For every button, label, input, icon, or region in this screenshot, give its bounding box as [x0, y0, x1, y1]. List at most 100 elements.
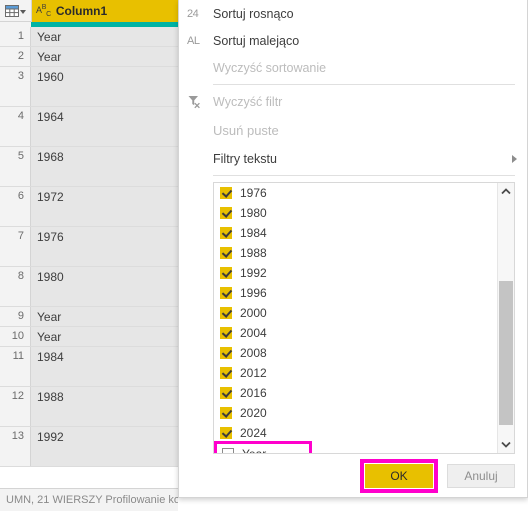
row-cell-value[interactable]: 1972	[31, 187, 178, 226]
menu-item-label: Filtry tekstu	[213, 151, 277, 166]
list-item[interactable]: 2024	[214, 423, 497, 443]
filter-list-scrollbar[interactable]	[497, 183, 514, 453]
menu-item-remove-empty[interactable]: Usuń puste	[179, 115, 527, 145]
menu-item-sort-ascending[interactable]: 24 Sortuj rosnąco	[179, 0, 527, 27]
row-number: 1	[0, 27, 31, 46]
checkbox-icon[interactable]	[220, 187, 232, 199]
row-cell-value[interactable]: 1968	[31, 147, 178, 186]
checkbox-icon[interactable]	[220, 227, 232, 239]
list-item[interactable]: 2004	[214, 323, 497, 343]
row-number: 8	[0, 267, 31, 306]
row-cell-value[interactable]: 1964	[31, 107, 178, 146]
filter-values-list: 1976 1980 1984 1988 1992 1996 2000 2004 2008 2012…	[213, 182, 515, 454]
list-item[interactable]: 1988	[214, 243, 497, 263]
checkbox-icon[interactable]	[220, 407, 232, 419]
menu-divider	[213, 84, 515, 85]
checkbox-icon[interactable]	[220, 387, 232, 399]
list-item[interactable]: 1992	[214, 263, 497, 283]
table-row[interactable]: 10 Year	[0, 327, 178, 347]
row-number: 4	[0, 107, 31, 146]
row-number: 12	[0, 387, 31, 426]
list-item[interactable]: 1980	[214, 203, 497, 223]
menu-item-label: Wyczyść filtr	[213, 94, 283, 109]
row-number: 9	[0, 307, 31, 326]
checkbox-icon[interactable]	[220, 287, 232, 299]
list-item[interactable]: 2016	[214, 383, 497, 403]
table-row[interactable]: 5 1968	[0, 147, 178, 187]
checkbox-icon[interactable]	[220, 267, 232, 279]
checkbox-icon[interactable]	[220, 367, 232, 379]
table-row[interactable]: 12 1988	[0, 387, 178, 427]
row-number: 2	[0, 47, 31, 66]
sort-descending-icon: AL	[187, 34, 200, 47]
list-item[interactable]: Year	[214, 441, 312, 453]
menu-item-sort-descending[interactable]: AL Sortuj malejąco	[179, 27, 527, 54]
row-cell-value[interactable]: Year	[31, 27, 178, 46]
row-number: 6	[0, 187, 31, 226]
list-item[interactable]: 2012	[214, 363, 497, 383]
checkbox-icon[interactable]	[220, 347, 232, 359]
menu-item-text-filters[interactable]: Filtry tekstu	[179, 145, 527, 172]
list-item-label: 2004	[240, 326, 267, 340]
row-cell-value[interactable]: 1984	[31, 347, 178, 386]
dialog-button-row: OK Anuluj	[179, 455, 527, 497]
column-header-label: Column1	[55, 4, 108, 18]
menu-item-clear-sort[interactable]: Wyczyść sortowanie	[179, 54, 527, 81]
checkbox-icon[interactable]	[220, 307, 232, 319]
list-item[interactable]: 1984	[214, 223, 497, 243]
cancel-button[interactable]: Anuluj	[447, 464, 515, 488]
table-row[interactable]: 2 Year	[0, 47, 178, 67]
list-item-label: 2016	[240, 386, 267, 400]
sort-menu-group: 24 Sortuj rosnąco AL Sortuj malejąco Wyc…	[179, 0, 527, 81]
table-row[interactable]: 6 1972	[0, 187, 178, 227]
table-row[interactable]: 1 Year	[0, 27, 178, 47]
checkbox-icon[interactable]	[222, 447, 234, 453]
list-item-label: 1980	[240, 206, 267, 220]
table-row[interactable]: 8 1980	[0, 267, 178, 307]
checkbox-icon[interactable]	[220, 327, 232, 339]
select-all-columns-button[interactable]	[0, 0, 32, 22]
data-grid-pane: ABC Column1 1 Year 2 Year 3 1960 4 1964 5 1968 6 19…	[0, 0, 178, 511]
list-item-label: 1988	[240, 246, 267, 260]
list-item-label: 1992	[240, 266, 267, 280]
list-item[interactable]: 2000	[214, 303, 497, 323]
filter-values-scrollview[interactable]: 1976 1980 1984 1988 1992 1996 2000 2004 2008 2012…	[214, 183, 497, 453]
column-header-column1[interactable]: ABC Column1	[32, 0, 178, 22]
ok-button[interactable]: OK	[360, 459, 438, 493]
list-item-label: 1984	[240, 226, 267, 240]
table-row[interactable]: 3 1960	[0, 67, 178, 107]
status-bar: UMN, 21 WIERSZY Profilowanie kolumn	[0, 488, 178, 511]
sort-ascending-icon: 24	[187, 7, 199, 20]
table-row[interactable]: 4 1964	[0, 107, 178, 147]
list-item[interactable]: 1996	[214, 283, 497, 303]
row-cell-value[interactable]: Year	[31, 47, 178, 66]
menu-item-label: Sortuj rosnąco	[213, 6, 294, 21]
row-cell-value[interactable]: Year	[31, 307, 178, 326]
grid-header-row: ABC Column1	[0, 0, 178, 22]
row-cell-value[interactable]: 1960	[31, 67, 178, 106]
row-cell-value[interactable]: Year	[31, 327, 178, 346]
table-row[interactable]: 11 1984	[0, 347, 178, 387]
grid-rows-container: 1 Year 2 Year 3 1960 4 1964 5 1968 6 1972 7 1976 8 1980…	[0, 27, 178, 488]
scroll-up-button[interactable]	[498, 183, 514, 200]
table-row[interactable]: 7 1976	[0, 227, 178, 267]
list-item[interactable]: 2008	[214, 343, 497, 363]
scroll-down-button[interactable]	[498, 436, 514, 453]
list-item[interactable]: 1976	[214, 183, 497, 203]
table-row[interactable]: 13 1992	[0, 427, 178, 467]
row-cell-value[interactable]: 1988	[31, 387, 178, 426]
checkbox-icon[interactable]	[220, 207, 232, 219]
scrollbar-thumb[interactable]	[499, 281, 513, 425]
row-cell-value[interactable]: 1992	[31, 427, 178, 466]
row-cell-value[interactable]: 1976	[31, 227, 178, 266]
menu-item-clear-filter[interactable]: Wyczyść filtr	[179, 88, 527, 115]
chevron-right-icon	[512, 154, 517, 163]
row-cell-value[interactable]: 1980	[31, 267, 178, 306]
checkbox-icon[interactable]	[220, 427, 232, 439]
list-item-label: 2000	[240, 306, 267, 320]
table-row[interactable]: 9 Year	[0, 307, 178, 327]
list-item[interactable]: 2020	[214, 403, 497, 423]
menu-item-label: Sortuj malejąco	[213, 33, 300, 48]
chevron-down-icon	[20, 10, 26, 14]
checkbox-icon[interactable]	[220, 247, 232, 259]
